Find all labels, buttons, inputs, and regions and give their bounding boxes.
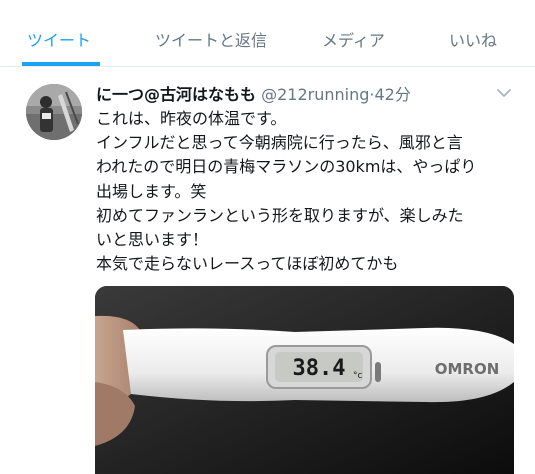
tweet-photo[interactable]: 38.4 °c OMRON <box>95 286 514 474</box>
tweet-text-line: 初めてファンランという形を取りますが、楽しみた <box>96 205 464 225</box>
tweet-text-line: われたので明日の青梅マラソンの30kmは、やっぱり <box>96 157 477 177</box>
tab-tweets-and-replies[interactable]: ツイートと返信 <box>155 27 267 51</box>
display-name[interactable]: に一つ@古河はなもも <box>96 85 256 104</box>
tweet-text: これは、昨夜の体温です。 インフルだと思って今朝病院に行ったら、風邪と言 われた… <box>96 107 521 276</box>
tab-likes[interactable]: いいね <box>449 27 497 51</box>
avatar[interactable] <box>26 84 82 140</box>
tweet-text-line: 本気で走らないレースってほぼ初めてかも <box>96 254 399 274</box>
timestamp[interactable]: 42分 <box>374 85 410 104</box>
thermometer-photo: 38.4 °c OMRON <box>95 286 514 474</box>
username[interactable]: @212running <box>261 85 369 104</box>
tweet-text-line: 出場します。笑 <box>96 181 207 201</box>
active-tab-indicator <box>22 62 100 66</box>
tweet[interactable]: に一つ@古河はなもも @212running·42分 これは、昨夜の体温です。 … <box>0 67 535 474</box>
tab-tweets[interactable]: ツイート <box>27 27 91 51</box>
chevron-down-icon[interactable] <box>496 87 512 99</box>
avatar-image <box>26 84 82 140</box>
omron-logo: OMRON <box>435 360 500 378</box>
tweet-text-line: これは、昨夜の体温です。 <box>96 109 287 128</box>
thermometer-unit: °c <box>353 371 363 381</box>
tab-media[interactable]: メディア <box>322 27 385 51</box>
tweet-header: に一つ@古河はなもも @212running·42分 <box>96 81 411 104</box>
thermometer-reading: 38.4 <box>293 356 346 381</box>
tweet-text-line: インフルだと思って今朝病院に行ったら、風邪と言 <box>96 133 463 153</box>
profile-tabs: ツイート ツイートと返信 メディア いいね <box>0 0 535 67</box>
tweet-text-line: いと思います！ <box>96 230 209 250</box>
